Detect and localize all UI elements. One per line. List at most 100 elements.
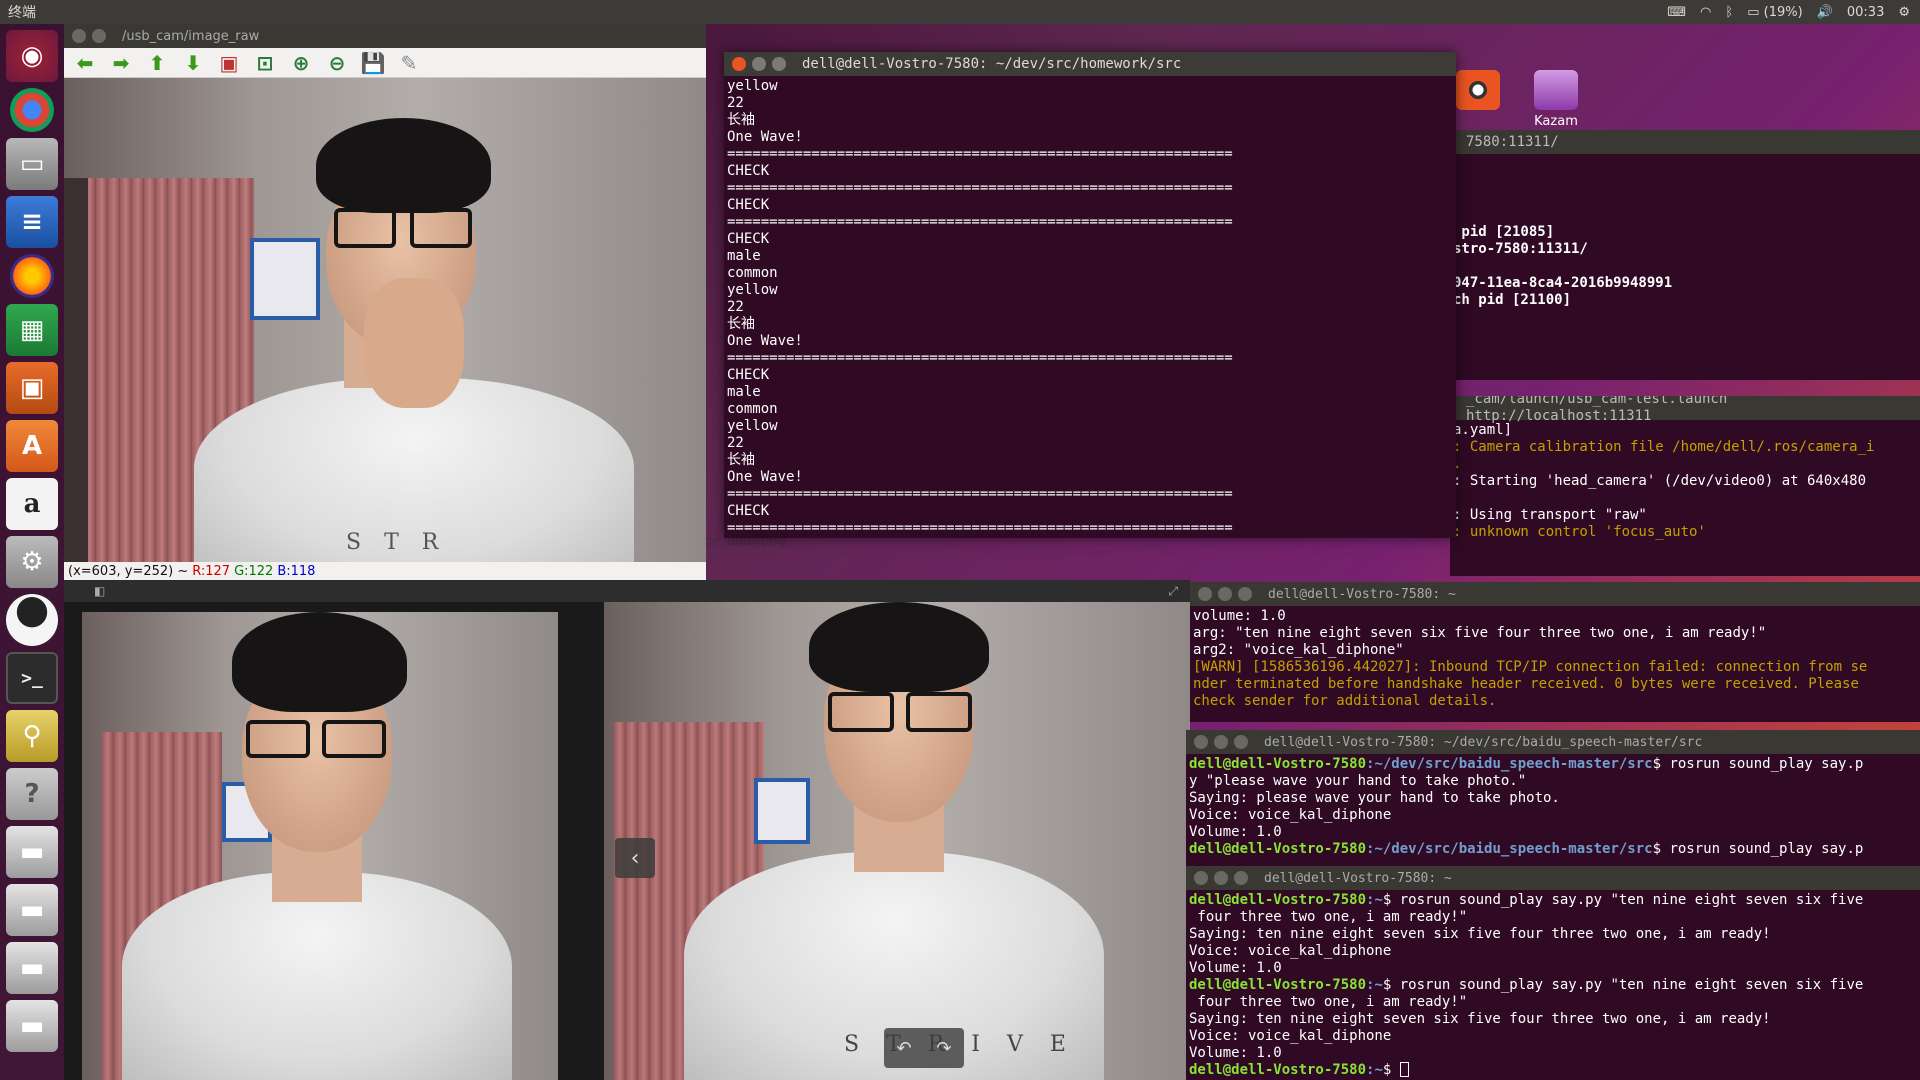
gear-icon[interactable]: ⚙ [1898, 5, 1910, 20]
red-value: R:127 [192, 563, 231, 579]
terminal-usb-cam[interactable]: _cam/launch/usb_cam-test.launch http://l… [1450, 396, 1920, 576]
minimize-icon[interactable] [92, 29, 106, 43]
terminal-titlebar[interactable]: dell@dell-Vostro-7580: ~/dev/src/homewor… [724, 52, 1456, 76]
terminal-titlebar[interactable]: dell@dell-Vostro-7580: ~ [1186, 866, 1920, 890]
output-line: ========================================… [727, 214, 1233, 230]
terminal-baidu-speech[interactable]: dell@dell-Vostro-7580: ~/dev/src/baidu_s… [1186, 730, 1920, 866]
prompt-path: :~ [1366, 1062, 1383, 1078]
terminal-home[interactable]: dell@dell-Vostro-7580: ~ dell@dell-Vostr… [1186, 866, 1920, 1080]
terminal-roscore[interactable]: 7580:11311/ pid [21085] stro-7580:11311/ … [1450, 130, 1920, 380]
maximize-icon[interactable] [1234, 735, 1248, 749]
zoom-fit-icon[interactable]: ⊡ [254, 51, 276, 75]
photo-glasses-right [906, 692, 972, 732]
terminal-output: yellow 22 长袖 One Wave! =====================… [724, 76, 1456, 538]
rotate-left-icon[interactable]: ↶ [896, 1038, 911, 1059]
close-icon[interactable] [1194, 871, 1208, 885]
image-search-icon[interactable]: ⚲ [6, 710, 58, 762]
drive-icon[interactable]: ▬ [6, 884, 58, 936]
image-icon[interactable]: ▣ [218, 51, 240, 75]
output-line: yellow [727, 282, 778, 298]
zoom-out-icon[interactable]: ⊖ [326, 51, 348, 75]
calc-icon[interactable]: ▦ [6, 304, 58, 356]
desktop-icon-kazam[interactable]: Kazam [1524, 70, 1588, 129]
clock[interactable]: 00:33 [1847, 5, 1884, 20]
impress-icon[interactable]: ▣ [6, 362, 58, 414]
terminal-titlebar[interactable]: 7580:11311/ [1450, 130, 1920, 154]
bluetooth-icon[interactable]: ᛒ [1725, 5, 1733, 20]
maximize-icon[interactable] [1234, 871, 1248, 885]
command: $ rosrun sound_play say.py "ten nine eig… [1382, 977, 1864, 993]
pin-icon[interactable]: ◧ [94, 584, 105, 598]
zoom-in-icon[interactable]: ⊕ [290, 51, 312, 75]
rotate-controls: ↶ ↷ [884, 1028, 964, 1068]
output-line: Volume: 1.0 [1189, 1045, 1282, 1061]
close-icon[interactable] [732, 57, 746, 71]
viewer-image-right[interactable]: S T R I V E [604, 602, 1190, 1080]
terminal-output: a.yaml]: Camera calibration file /home/d… [1450, 420, 1920, 543]
help-icon[interactable]: ? [6, 768, 58, 820]
firefox-icon[interactable] [10, 254, 54, 298]
image-view-titlebar[interactable]: /usb_cam/image_raw [64, 24, 706, 48]
terminal-title: dell@dell-Vostro-7580: ~/dev/src/baidu_s… [1264, 734, 1703, 750]
output-line: ========================================… [727, 180, 1233, 196]
minimize-icon[interactable] [1214, 871, 1228, 885]
terminal-title: dell@dell-Vostro-7580: ~ [1268, 586, 1456, 602]
viewer-image-left[interactable] [82, 612, 558, 1080]
minimize-icon[interactable] [1214, 735, 1228, 749]
system-settings-icon[interactable]: ⚙ [6, 536, 58, 588]
image-viewer-window: ◧ ⤢ S T R I V E ‹ ↶ ↷ [64, 580, 1190, 1080]
terminal-icon[interactable]: >_ [6, 652, 58, 704]
drive-icon[interactable]: ▬ [6, 1000, 58, 1052]
output-line: ========================================… [727, 520, 1233, 536]
wifi-icon[interactable]: ◠ [1700, 5, 1711, 20]
files-icon[interactable]: ▭ [6, 138, 58, 190]
terminal-homework[interactable]: dell@dell-Vostro-7580: ~/dev/src/homewor… [724, 52, 1456, 538]
qq-icon[interactable] [6, 594, 58, 646]
arrow-up-icon[interactable]: ⬆ [146, 51, 168, 75]
software-center-icon[interactable]: A [6, 420, 58, 472]
keyboard-icon[interactable]: ⌨ [1667, 5, 1686, 20]
chrome-icon[interactable] [10, 88, 54, 132]
arrow-down-icon[interactable]: ⬇ [182, 51, 204, 75]
close-icon[interactable] [1194, 735, 1208, 749]
volume-icon[interactable]: 🔊 [1817, 5, 1833, 20]
output-line: 22 [727, 435, 744, 451]
close-icon[interactable] [1198, 587, 1212, 601]
previous-image-button[interactable]: ‹ [615, 838, 655, 878]
terminal-titlebar[interactable]: _cam/launch/usb_cam-test.launch http://l… [1450, 396, 1920, 424]
arrow-left-icon[interactable]: ⬅ [74, 51, 96, 75]
output-line: check sender for additional details. [1193, 693, 1497, 709]
amazon-icon[interactable]: a [6, 478, 58, 530]
rotate-right-icon[interactable]: ↷ [936, 1038, 951, 1059]
photo-glasses-left [828, 692, 894, 732]
maximize-icon[interactable] [1238, 587, 1252, 601]
minimize-icon[interactable] [1218, 587, 1232, 601]
output-line: 22 [727, 95, 744, 111]
close-icon[interactable] [72, 29, 86, 43]
command: $ rosrun sound_play say.py "ten nine eig… [1382, 892, 1864, 908]
settings-glyph: ⚙ [20, 547, 44, 577]
amazon-glyph: a [23, 489, 41, 519]
camera-image[interactable]: S T R [64, 78, 706, 562]
output-line: One Wave! [727, 129, 803, 145]
writer-glyph: ≡ [21, 207, 43, 237]
terminal-titlebar[interactable]: dell@dell-Vostro-7580: ~/dev/src/baidu_s… [1186, 730, 1920, 754]
drive-icon[interactable]: ▬ [6, 942, 58, 994]
terminal-sound-play-warn[interactable]: dell@dell-Vostro-7580: ~ volume: 1.0 arg:… [1190, 582, 1920, 722]
minimize-icon[interactable] [752, 57, 766, 71]
fullscreen-icon[interactable]: ⤢ [1168, 584, 1178, 599]
drive-glyph: ▬ [19, 953, 45, 983]
terminal-titlebar[interactable]: dell@dell-Vostro-7580: ~ [1190, 582, 1920, 606]
terminal-glyph: >_ [21, 667, 43, 689]
dash-icon[interactable]: ◉ [6, 30, 58, 82]
battery-indicator[interactable]: ▭ (19%) [1747, 5, 1802, 20]
save-icon[interactable]: 💾 [361, 51, 386, 75]
arrow-right-icon[interactable]: ➡ [110, 51, 132, 75]
brush-icon[interactable]: ✎ [398, 51, 420, 75]
drive-icon[interactable]: ▬ [6, 826, 58, 878]
image-view-toolbar: ⬅ ➡ ⬆ ⬇ ▣ ⊡ ⊕ ⊖ 💾 ✎ [64, 48, 706, 78]
writer-icon[interactable]: ≡ [6, 196, 58, 248]
maximize-icon[interactable] [772, 57, 786, 71]
output-line: volume: 1.0 [1193, 608, 1286, 624]
indicator-area: ⌨ ◠ ᛒ ▭ (19%) 🔊 00:33 ⚙ [1667, 5, 1920, 20]
